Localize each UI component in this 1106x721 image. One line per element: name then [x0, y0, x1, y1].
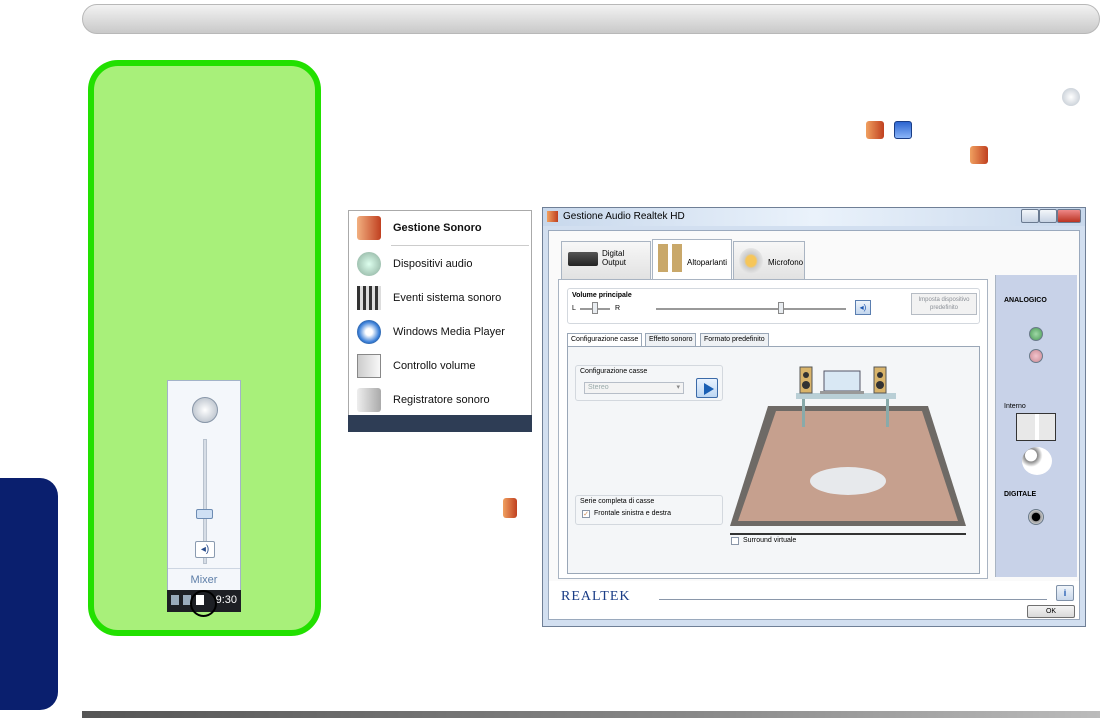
sound-context-menu: Gestione Sonoro Dispositivi audio Eventi… [348, 210, 532, 432]
digital-output-icon [568, 252, 598, 266]
speaker-icon [357, 216, 381, 240]
mute-button[interactable]: ◂) [195, 541, 215, 558]
speakers-panel: Volume principale L R ◂) Imposta disposi… [558, 279, 988, 579]
tab-digital-output[interactable]: Digital Output [561, 241, 651, 279]
speaker-icon[interactable] [192, 397, 218, 423]
taskbar-strip [348, 415, 532, 432]
subtab-configurazione-casse[interactable]: Configurazione casse [567, 333, 643, 347]
volume-slider-thumb[interactable] [196, 509, 213, 519]
highlight-circle [190, 590, 217, 617]
internal-speakers-icon[interactable] [1016, 413, 1056, 441]
digital-jack-icon[interactable] [1028, 509, 1044, 525]
speaker-icon [970, 146, 988, 164]
maximize-button[interactable] [1039, 209, 1057, 223]
speaker-config-panel: Configurazione casse Stereo ▾ Serie comp… [567, 346, 980, 574]
tab-microfono[interactable]: Microfono [733, 241, 805, 279]
pink-jack-icon[interactable] [1029, 349, 1043, 363]
mixer-link[interactable]: Mixer [168, 568, 240, 590]
menu-item-gestione-sonoro[interactable]: Gestione Sonoro [349, 211, 532, 245]
menu-item-dispositivi-audio[interactable]: Dispositivi audio [349, 247, 532, 281]
realtek-audio-window: Gestione Audio Realtek HD Digital Output… [542, 207, 1086, 627]
volume-control-icon [357, 354, 381, 378]
sound-recorder-icon [357, 388, 381, 412]
speaker-config-group: Configurazione casse Stereo ▾ [575, 365, 723, 401]
side-tab [0, 478, 58, 710]
window-titlebar[interactable]: Gestione Audio Realtek HD [543, 208, 1085, 226]
menu-item-windows-media-player[interactable]: Windows Media Player [349, 315, 532, 349]
subtab-formato-predefinito[interactable]: Formato predefinito [700, 333, 769, 347]
full-range-group: Serie completa di casse ✓ Frontale sinis… [575, 495, 723, 525]
menu-item-controllo-volume[interactable]: Controllo volume [349, 349, 532, 383]
tray-clock: 9:30 [215, 594, 237, 606]
audio-devices-icon [357, 252, 381, 276]
minimize-button[interactable] [1021, 209, 1039, 223]
speaker-icon [866, 121, 884, 139]
room-preview [728, 361, 968, 537]
window-footer: REALTEK i OK [549, 581, 1079, 619]
connector-panel: ANALOGICO Interno DIGITALE [995, 275, 1077, 577]
speaker-icon [503, 498, 517, 518]
microphone-icon [739, 248, 763, 274]
window-client: Digital Output Altoparlanti Microfono Vo… [548, 230, 1080, 620]
footer-bar [82, 711, 1100, 718]
balance-thumb[interactable] [592, 302, 598, 314]
speakers-icon [658, 244, 682, 272]
menu-item-registratore-sonoro[interactable]: Registratore sonoro [349, 383, 532, 417]
audio-manager-icon [894, 121, 912, 139]
menu-item-eventi-sistema-sonoro[interactable]: Eventi sistema sonoro [349, 281, 532, 315]
speaker-config-select[interactable]: Stereo ▾ [584, 382, 684, 394]
header-bar [82, 4, 1100, 34]
internal-microphone-icon[interactable] [1022, 447, 1052, 475]
master-volume-group: Volume principale L R ◂) Imposta disposi… [567, 288, 980, 324]
media-player-icon [357, 320, 381, 344]
ok-button[interactable]: OK [1027, 605, 1075, 618]
info-button[interactable]: i [1056, 585, 1074, 601]
speaker-icon [547, 211, 558, 222]
tab-altoparlanti[interactable]: Altoparlanti [652, 239, 732, 279]
realtek-logo: REALTEK [561, 589, 631, 604]
virtual-surround-checkbox[interactable] [731, 537, 739, 545]
subtab-effetto-sonoro[interactable]: Effetto sonoro [645, 333, 697, 347]
mute-speaker-button[interactable]: ◂) [855, 300, 871, 315]
set-default-device-button[interactable]: Imposta dispositivo predefinito [911, 293, 977, 315]
window-title: Gestione Audio Realtek HD [563, 211, 685, 222]
front-lr-checkbox[interactable]: ✓ [582, 510, 590, 518]
volume-slider[interactable] [656, 308, 846, 310]
volume-popup: ◂) Mixer [167, 380, 241, 612]
network-icon[interactable] [171, 595, 179, 605]
sound-events-icon [357, 286, 381, 310]
chevron-down-icon: ▾ [676, 384, 680, 391]
disc-icon [1062, 88, 1080, 106]
volume-thumb[interactable] [778, 302, 784, 314]
play-test-button[interactable] [696, 378, 718, 398]
close-button[interactable] [1057, 209, 1081, 223]
green-jack-icon[interactable] [1029, 327, 1043, 341]
